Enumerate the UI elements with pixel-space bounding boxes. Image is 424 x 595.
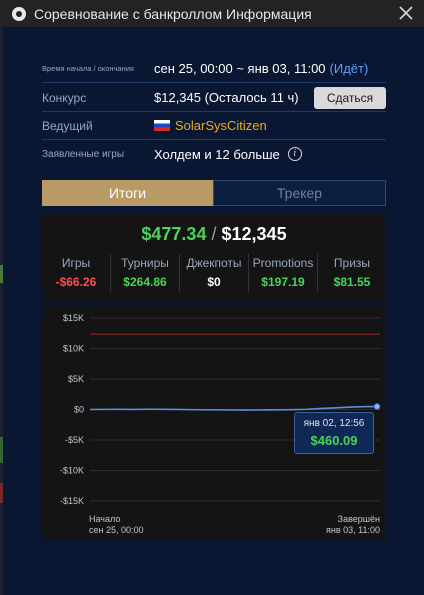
host-label: Ведущий xyxy=(42,118,93,133)
x-start-title: Начало xyxy=(89,514,121,524)
background-window-edge xyxy=(0,27,3,595)
y-tick-label: -$5K xyxy=(65,435,84,445)
y-tick-label: -$10K xyxy=(60,466,84,476)
contest-row: Конкурс $12,345 (Осталось 11 ч) Сдаться xyxy=(42,84,386,112)
stat-label: Promotions xyxy=(252,256,314,270)
window-title: Соревнование с банкроллом Информация xyxy=(34,5,312,22)
games-row: Заявленные игры Холдем и 12 больше i xyxy=(42,140,386,168)
stat-games: Игры -$66.26 xyxy=(42,254,111,292)
tooltip-value: $460.09 xyxy=(310,433,358,448)
stat-jackpots: Джекпоты $0 xyxy=(180,254,249,292)
tab-bar: Итоги Трекер xyxy=(42,180,386,206)
chart-tooltip: янв 02, 12:56 $460.09 xyxy=(294,412,374,454)
y-tick-label: $0 xyxy=(74,405,84,415)
tooltip-date: янв 02, 12:56 xyxy=(303,418,365,429)
x-end-title: Завершён xyxy=(337,514,380,524)
tab-summary[interactable]: Итоги xyxy=(42,180,213,206)
games-label: Заявленные игры xyxy=(42,148,125,160)
stats-row: Игры -$66.26 Турниры $264.86 Джекпоты $0… xyxy=(42,254,386,292)
bankroll-amount: $12,345 xyxy=(221,224,287,244)
poker-chip-icon xyxy=(12,6,26,21)
host-name-link[interactable]: SolarSysCitizen xyxy=(175,118,267,133)
x-axis-end-label: Завершён янв 03, 11:00 xyxy=(326,514,380,536)
give-up-button[interactable]: Сдаться xyxy=(314,87,386,109)
stat-label: Игры xyxy=(61,256,91,270)
stat-value: $197.19 xyxy=(261,275,305,289)
series-endpoint xyxy=(373,403,381,410)
stat-prizes: Призы $81.55 xyxy=(318,254,386,292)
total-line: $477.34 / $12,345 xyxy=(42,224,386,245)
summary-panel: $477.34 / $12,345 Игры -$66.26 Турниры $… xyxy=(42,214,386,302)
stat-label: Джекпоты xyxy=(186,256,242,270)
y-tick-label: $15K xyxy=(63,313,84,323)
contest-label: Конкурс xyxy=(42,90,87,105)
games-value: Холдем и 12 больше xyxy=(154,146,280,162)
stat-value: $81.55 xyxy=(333,275,371,289)
time-row: Время начала / окончания сен 25, 00:00 ~… xyxy=(42,55,386,83)
russia-flag-icon xyxy=(154,120,170,131)
x-end-date: янв 03, 11:00 xyxy=(326,525,380,535)
stat-tournaments: Турниры $264.86 xyxy=(111,254,180,292)
status-text: (Идёт) xyxy=(329,61,369,76)
bankroll-chart: $15K $10K $5K $0 -$5K -$10K -$15K янв 02, 12:5… xyxy=(42,306,386,540)
total-separator: / xyxy=(211,224,217,244)
stat-promotions: Promotions $197.19 xyxy=(249,254,318,292)
title-bar: Соревнование с банкроллом Информация xyxy=(0,0,424,27)
stat-value: -$66.26 xyxy=(55,275,97,289)
close-icon[interactable] xyxy=(397,4,415,22)
contest-value: $12,345 (Осталось 11 ч) xyxy=(154,90,299,105)
time-label: Время начала / окончания xyxy=(42,64,134,73)
stat-value: $264.86 xyxy=(123,275,167,289)
x-axis-start-label: Начало сен 25, 00:00 xyxy=(89,514,144,536)
stat-label: Турниры xyxy=(121,256,169,270)
stat-label: Призы xyxy=(333,256,371,270)
total-profit: $477.34 xyxy=(141,224,207,244)
y-tick-label: $5K xyxy=(68,374,84,384)
tab-tracker[interactable]: Трекер xyxy=(213,180,386,206)
info-icon[interactable]: i xyxy=(287,147,302,161)
x-start-date: сен 25, 00:00 xyxy=(89,525,144,535)
time-value: сен 25, 00:00 ~ янв 03, 11:00 xyxy=(154,61,326,76)
host-row: Ведущий SolarSysCitizen xyxy=(42,112,386,140)
y-tick-label: $10K xyxy=(63,344,84,354)
y-tick-label: -$15K xyxy=(60,496,84,506)
stat-value: $0 xyxy=(207,275,221,289)
